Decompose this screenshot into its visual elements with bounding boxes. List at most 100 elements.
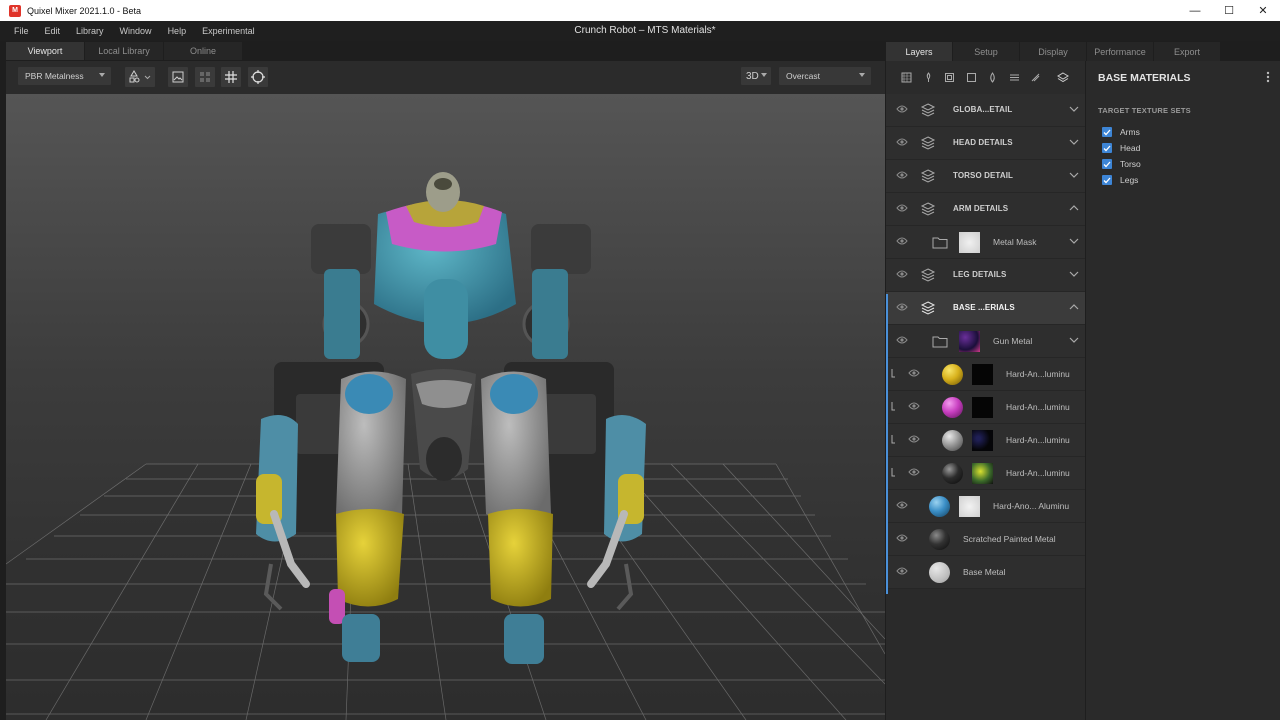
layer-row[interactable]: Hard-An...luminu bbox=[886, 358, 1085, 391]
layer-row[interactable]: Hard-An...luminu bbox=[886, 457, 1085, 490]
menu-window[interactable]: Window bbox=[112, 26, 160, 36]
focus-target-button[interactable] bbox=[248, 67, 268, 87]
eye-icon[interactable] bbox=[896, 137, 908, 147]
tab-performance[interactable]: Performance bbox=[1087, 42, 1153, 61]
add-paint-layer-button[interactable] bbox=[918, 68, 940, 88]
eye-icon[interactable] bbox=[896, 335, 908, 345]
tab-viewport[interactable]: Viewport bbox=[6, 42, 84, 60]
add-layer-group-button[interactable] bbox=[1053, 68, 1075, 88]
checkbox[interactable] bbox=[1102, 159, 1112, 169]
floor-grid bbox=[6, 463, 885, 720]
menu-help[interactable]: Help bbox=[160, 26, 195, 36]
checkbox[interactable] bbox=[1102, 175, 1112, 185]
layer-group-icon bbox=[920, 136, 936, 150]
view-mode-dropdown[interactable]: 3D bbox=[741, 67, 771, 85]
close-button[interactable]: ✕ bbox=[1246, 0, 1280, 21]
material-sphere bbox=[942, 430, 963, 451]
tab-display[interactable]: Display bbox=[1020, 42, 1086, 61]
eye-icon[interactable] bbox=[896, 203, 908, 213]
3d-viewport[interactable] bbox=[6, 94, 885, 720]
chevron-up-icon[interactable] bbox=[1069, 204, 1079, 212]
layer-row[interactable]: TORSO DETAIL bbox=[886, 160, 1085, 193]
environment-dropdown[interactable]: Overcast bbox=[779, 67, 871, 85]
grid-icon bbox=[225, 71, 237, 83]
tab-online[interactable]: Online bbox=[164, 42, 242, 60]
minimize-button[interactable]: — bbox=[1178, 0, 1212, 21]
eye-icon[interactable] bbox=[908, 401, 920, 411]
add-solid-layer-button[interactable] bbox=[961, 68, 983, 88]
eye-icon[interactable] bbox=[896, 302, 908, 312]
tab-layers[interactable]: Layers bbox=[886, 42, 952, 61]
menu-file[interactable]: File bbox=[0, 26, 37, 36]
chevron-down-icon[interactable] bbox=[1069, 237, 1079, 245]
add-adjustment-layer-button[interactable] bbox=[1004, 68, 1026, 88]
layer-row[interactable]: HEAD DETAILS bbox=[886, 127, 1085, 160]
maximize-button[interactable]: ☐ bbox=[1212, 0, 1246, 21]
layer-row[interactable]: Metal Mask bbox=[886, 226, 1085, 259]
texture-set-head[interactable]: Head bbox=[1102, 143, 1140, 153]
layer-row[interactable]: Scratched Painted Metal bbox=[886, 523, 1085, 556]
menu-experimental[interactable]: Experimental bbox=[194, 26, 263, 36]
eye-icon[interactable] bbox=[896, 236, 908, 246]
add-surface-layer-button[interactable] bbox=[896, 68, 918, 88]
eye-icon[interactable] bbox=[896, 533, 908, 543]
texture-set-legs[interactable]: Legs bbox=[1102, 175, 1138, 185]
layer-name: Hard-An...luminu bbox=[1006, 468, 1070, 478]
add-material-layer-button[interactable] bbox=[982, 68, 1004, 88]
material-sphere bbox=[942, 463, 963, 484]
layer-group-icon bbox=[920, 169, 936, 183]
checkbox[interactable] bbox=[1102, 127, 1112, 137]
texture-set-torso[interactable]: Torso bbox=[1102, 159, 1141, 169]
chevron-down-icon[interactable] bbox=[1069, 105, 1079, 113]
layer-row[interactable]: Base Metal bbox=[886, 556, 1085, 589]
sliders-icon bbox=[1009, 74, 1019, 81]
clip-link-icon bbox=[891, 402, 895, 411]
eye-icon[interactable] bbox=[896, 500, 908, 510]
grid-toggle-button[interactable] bbox=[221, 67, 241, 87]
tab-export[interactable]: Export bbox=[1154, 42, 1220, 61]
layer-row[interactable]: ARM DETAILS bbox=[886, 193, 1085, 226]
texture-set-label: Legs bbox=[1120, 175, 1139, 185]
tab-local-library[interactable]: Local Library bbox=[85, 42, 163, 60]
eye-icon[interactable] bbox=[908, 368, 920, 378]
eye-icon[interactable] bbox=[896, 170, 908, 180]
eye-icon[interactable] bbox=[908, 434, 920, 444]
layer-row[interactable]: GLOBA...ETAIL bbox=[886, 94, 1085, 127]
menu-library[interactable]: Library bbox=[68, 26, 112, 36]
layer-row[interactable]: Gun Metal bbox=[886, 325, 1085, 358]
eye-icon[interactable] bbox=[908, 467, 920, 477]
layer-row[interactable]: Hard-An...luminu bbox=[886, 391, 1085, 424]
display-channel-button[interactable] bbox=[125, 67, 155, 87]
render-mode-dropdown[interactable]: PBR Metalness bbox=[18, 67, 111, 85]
add-fill-layer-button[interactable] bbox=[939, 68, 961, 88]
background-image-button[interactable] bbox=[168, 67, 188, 87]
eye-icon[interactable] bbox=[896, 104, 908, 114]
layer-row[interactable]: Hard-Ano... Aluminu bbox=[886, 490, 1085, 523]
clip-link-icon bbox=[891, 435, 895, 444]
chevron-down-icon[interactable] bbox=[1069, 270, 1079, 278]
chevron-down-icon[interactable] bbox=[1069, 336, 1079, 344]
layer-name: Scratched Painted Metal bbox=[963, 534, 1056, 544]
chevron-down-icon[interactable] bbox=[1069, 138, 1079, 146]
eye-icon[interactable] bbox=[896, 566, 908, 576]
checkbox[interactable] bbox=[1102, 143, 1112, 153]
tile-view-button[interactable] bbox=[195, 67, 215, 87]
mask-thumbnail bbox=[972, 463, 993, 484]
layer-name: TORSO DETAIL bbox=[953, 171, 1014, 180]
viewport-toolbar: PBR Metalness 3D Overcast bbox=[6, 61, 885, 94]
add-smart-material-button[interactable] bbox=[1025, 68, 1047, 88]
chevron-up-icon[interactable] bbox=[1069, 303, 1079, 311]
layer-row[interactable]: Hard-An...luminu bbox=[886, 424, 1085, 457]
tile-grid-icon bbox=[200, 72, 210, 82]
texture-set-arms[interactable]: Arms bbox=[1102, 127, 1140, 137]
layer-row-selected[interactable]: BASE ...ERIALS bbox=[886, 292, 1085, 325]
layer-row[interactable]: LEG DETAILS bbox=[886, 259, 1085, 292]
more-options-icon[interactable] bbox=[1266, 71, 1270, 83]
eye-icon[interactable] bbox=[896, 269, 908, 279]
tab-setup[interactable]: Setup bbox=[953, 42, 1019, 61]
chevron-down-icon[interactable] bbox=[1069, 171, 1079, 179]
menu-bar: File Edit Library Window Help Experiment… bbox=[0, 21, 1280, 41]
layer-group-icon bbox=[920, 202, 936, 216]
material-sphere bbox=[929, 529, 950, 550]
menu-edit[interactable]: Edit bbox=[37, 26, 69, 36]
